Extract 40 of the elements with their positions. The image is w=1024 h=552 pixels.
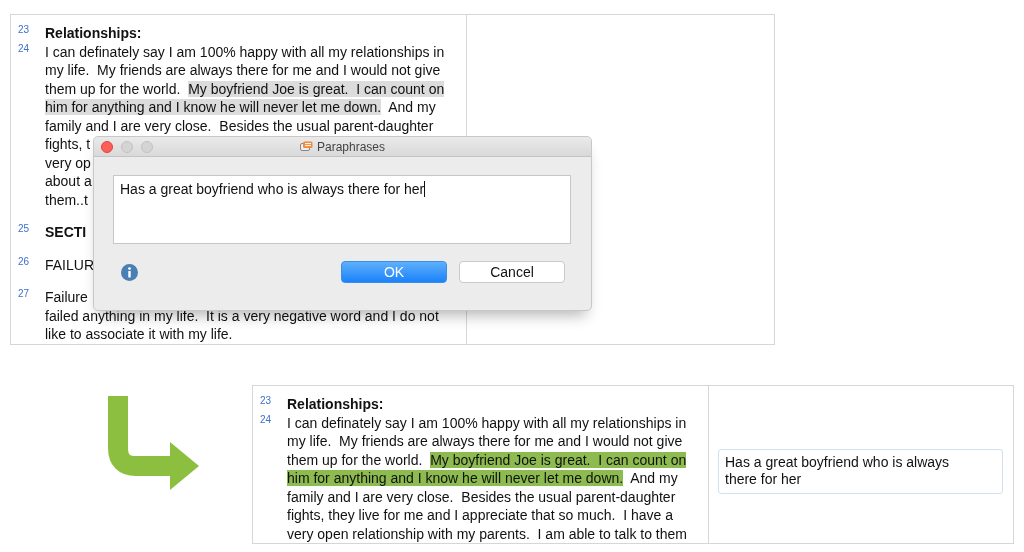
line-number: 27 [17, 288, 31, 301]
text-line: I can definately say I am 100% happy with all my relationships in [45, 43, 445, 60]
highlighted-text: him for anything and I know he will never let me down. [287, 470, 624, 486]
info-icon[interactable] [121, 263, 138, 281]
highlighted-text: him for anything and I know he will never let me down. [45, 99, 382, 115]
text-line: very open relationship with my parents. I am able to talk to them [287, 525, 687, 542]
text-line: fights, t [45, 136, 91, 152]
line-number: 24 [17, 42, 31, 56]
text-line: And my [387, 99, 436, 115]
section-heading: SECTI [45, 224, 87, 240]
text-line: Failure [45, 289, 88, 305]
line-number: 23 [17, 24, 31, 37]
highlighted-text: My boyfriend Joe is great. I can count on [188, 80, 445, 97]
line-number: 26 [17, 255, 31, 269]
speech-bubble-icon [299, 141, 313, 152]
text-line: about a [45, 173, 92, 189]
text-line: FAILUR [45, 256, 94, 273]
text-line: very op [45, 154, 91, 171]
dialog-title: Paraphrases [316, 139, 385, 154]
section-heading: Relationships: [287, 396, 384, 412]
text-line: like to associate it with my life. [45, 326, 233, 342]
section-heading: Relationships: [45, 25, 142, 41]
text-line: And my [629, 470, 678, 486]
text-line: my life. My friends are always there for me and I would not give [45, 62, 441, 78]
text-line: family and I are very close. Besides the usual parent-daughter [45, 117, 434, 134]
text-line: them up for the world. [287, 451, 424, 468]
line-number: 23 [259, 395, 273, 408]
paraphrase-note[interactable]: Has a great boyfriend who is always there for her [718, 449, 1003, 494]
cancel-button[interactable]: Cancel [459, 261, 565, 283]
line-number: 25 [17, 223, 31, 236]
text-line: them..t [45, 191, 88, 208]
text-line: fights, they live for me and I appreciate that so much. I have a [287, 507, 673, 523]
text-line: I can definately say I am 100% happy with all my relationships in [287, 414, 687, 431]
text-line: them up for the world. [45, 80, 182, 97]
line-number: 24 [259, 413, 273, 427]
close-button[interactable] [101, 140, 113, 153]
text-line: family and I are very close. Besides the usual parent-daughter [287, 488, 676, 505]
highlighted-text: My boyfriend Joe is great. I can count on [430, 451, 687, 468]
paraphrase-input[interactable]: Has a great boyfriend who is always there for her [113, 175, 571, 244]
text-line: my life. My friends are always there for me and I would not give [287, 433, 683, 449]
